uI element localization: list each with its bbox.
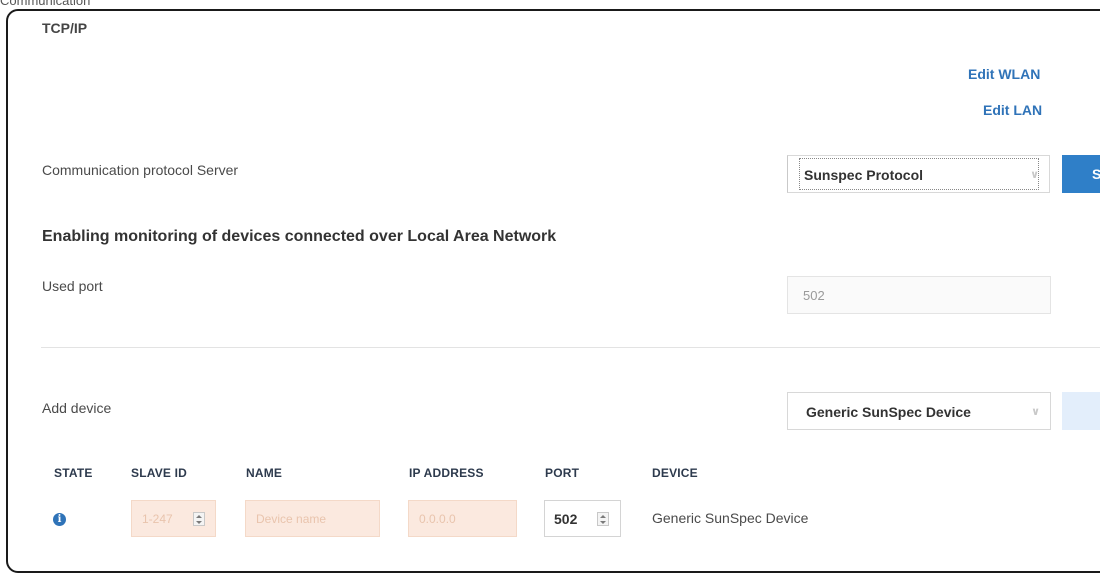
- add-device-value: Generic SunSpec Device: [806, 404, 971, 420]
- col-header-port: PORT: [545, 466, 580, 480]
- slave-id-input[interactable]: 1-247: [131, 500, 216, 537]
- device-name-placeholder: Device name: [256, 512, 327, 526]
- chevron-down-icon: ∨: [1031, 406, 1040, 418]
- edit-wlan-link[interactable]: Edit WLAN: [968, 66, 1040, 82]
- monitoring-heading: Enabling monitoring of devices connected…: [42, 228, 557, 245]
- used-port-input: 502: [787, 276, 1051, 314]
- comm-protocol-select[interactable]: Sunspec Protocol ∨: [787, 155, 1050, 193]
- top-cutoff: Communication: [0, 0, 1100, 8]
- ip-address-placeholder: 0.0.0.0: [419, 512, 456, 526]
- comm-protocol-value: Sunspec Protocol: [804, 167, 924, 183]
- col-header-state: STATE: [54, 466, 93, 480]
- col-header-ip-address: IP ADDRESS: [409, 466, 484, 480]
- ip-address-input[interactable]: 0.0.0.0: [408, 500, 517, 537]
- add-device-label: Add device: [42, 400, 112, 416]
- col-header-name: NAME: [246, 466, 283, 480]
- cutoff-text: Communication: [0, 0, 91, 8]
- info-icon[interactable]: i: [53, 513, 66, 526]
- chevron-down-icon: ∨: [1030, 169, 1039, 181]
- device-name-input[interactable]: Device name: [245, 500, 380, 537]
- device-type-cell: Generic SunSpec Device: [652, 510, 809, 526]
- comm-protocol-label: Communication protocol Server: [42, 162, 239, 178]
- add-device-button[interactable]: [1062, 392, 1100, 430]
- col-header-slave-id: SLAVE ID: [131, 466, 188, 480]
- slave-id-stepper[interactable]: [193, 512, 205, 526]
- slave-id-placeholder: 1-247: [142, 512, 173, 526]
- used-port-value: 502: [803, 288, 825, 303]
- port-stepper[interactable]: [597, 512, 609, 526]
- add-device-select[interactable]: Generic SunSpec Device ∨: [787, 392, 1051, 430]
- save-protocol-label: S: [1092, 166, 1100, 182]
- save-protocol-button[interactable]: S: [1062, 155, 1100, 193]
- used-port-label: Used port: [42, 278, 103, 294]
- port-input[interactable]: 502: [544, 500, 621, 537]
- col-header-device: DEVICE: [652, 466, 698, 480]
- edit-lan-link[interactable]: Edit LAN: [983, 102, 1042, 118]
- port-value: 502: [554, 511, 578, 527]
- divider: [41, 347, 1100, 348]
- section-title: TCP/IP: [42, 20, 88, 36]
